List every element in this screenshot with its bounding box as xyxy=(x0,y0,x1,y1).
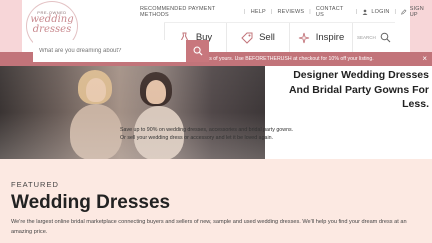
hero-subcopy-line-1: Save up to 90% on wedding dresses, acces… xyxy=(120,127,294,133)
utility-nav: RECOMMENDED PAYMENT METHODS | HELP | REV… xyxy=(140,6,432,18)
hero-search-bar xyxy=(33,40,209,62)
pencil-icon xyxy=(401,9,407,15)
hero-photo xyxy=(0,66,265,159)
logo-wordmark: wedding dresses xyxy=(27,15,77,35)
hero-section: Designer Wedding Dresses And Bridal Part… xyxy=(0,66,432,159)
hero-photo-overlay xyxy=(0,66,265,159)
nav-inspire[interactable]: Inspire xyxy=(290,23,353,52)
price-tag-icon xyxy=(241,32,253,44)
hero-headline: Designer Wedding Dresses And Bridal Part… xyxy=(270,68,432,112)
featured-description: We're the largest online bridal marketpl… xyxy=(11,219,407,235)
hero-search-button[interactable] xyxy=(186,40,209,62)
contact-link[interactable]: CONTACT US xyxy=(316,6,351,18)
hero-search-input[interactable] xyxy=(33,40,186,62)
hero-subcopy-line-2: Or sell your wedding dress or accessory … xyxy=(120,135,274,141)
help-link[interactable]: HELP xyxy=(251,9,266,15)
hero-subcopy: Save up to 90% on wedding dresses, acces… xyxy=(120,126,310,142)
close-icon[interactable]: × xyxy=(422,54,427,64)
nav-divider: | xyxy=(309,9,311,15)
nav-divider: | xyxy=(355,9,358,15)
nav-search-label: SEARCH xyxy=(357,35,376,40)
nav-sell-label: Sell xyxy=(259,32,275,43)
nav-inspire-label: Inspire xyxy=(315,32,345,43)
nav-divider: | xyxy=(244,9,246,15)
sparkle-icon xyxy=(298,32,309,43)
featured-section: FEATURED Wedding Dresses We're the large… xyxy=(0,159,432,243)
recommended-payment-link[interactable]: RECOMMENDED PAYMENT METHODS xyxy=(140,6,239,18)
hero-headline-line-2: And Bridal Party Gowns For xyxy=(288,83,429,96)
search-icon xyxy=(380,32,391,43)
featured-title: Wedding Dresses xyxy=(11,192,171,213)
nav-divider: | xyxy=(270,9,273,15)
login-link[interactable]: LOGIN xyxy=(362,9,389,15)
nav-search[interactable]: SEARCH xyxy=(353,23,395,52)
signup-label: SIGN UP xyxy=(409,6,424,18)
featured-eyebrow: FEATURED xyxy=(11,180,59,189)
reviews-link[interactable]: REVIEWS xyxy=(278,9,305,15)
logo-line-2: dresses xyxy=(32,24,72,35)
header-side-band-left xyxy=(0,0,22,52)
user-icon xyxy=(362,9,368,15)
search-icon xyxy=(193,46,203,56)
login-label: LOGIN xyxy=(371,9,390,15)
hero-headline-line-1: Designer Wedding Dresses xyxy=(293,69,429,81)
hero-headline-line-3: Less. xyxy=(402,98,429,110)
nav-sell[interactable]: Sell xyxy=(227,23,290,52)
nav-divider: | xyxy=(394,9,397,15)
page: PRE-OWNED wedding dresses .COM RECOMMEND… xyxy=(0,0,432,243)
signup-link[interactable]: SIGN UP xyxy=(401,6,432,18)
